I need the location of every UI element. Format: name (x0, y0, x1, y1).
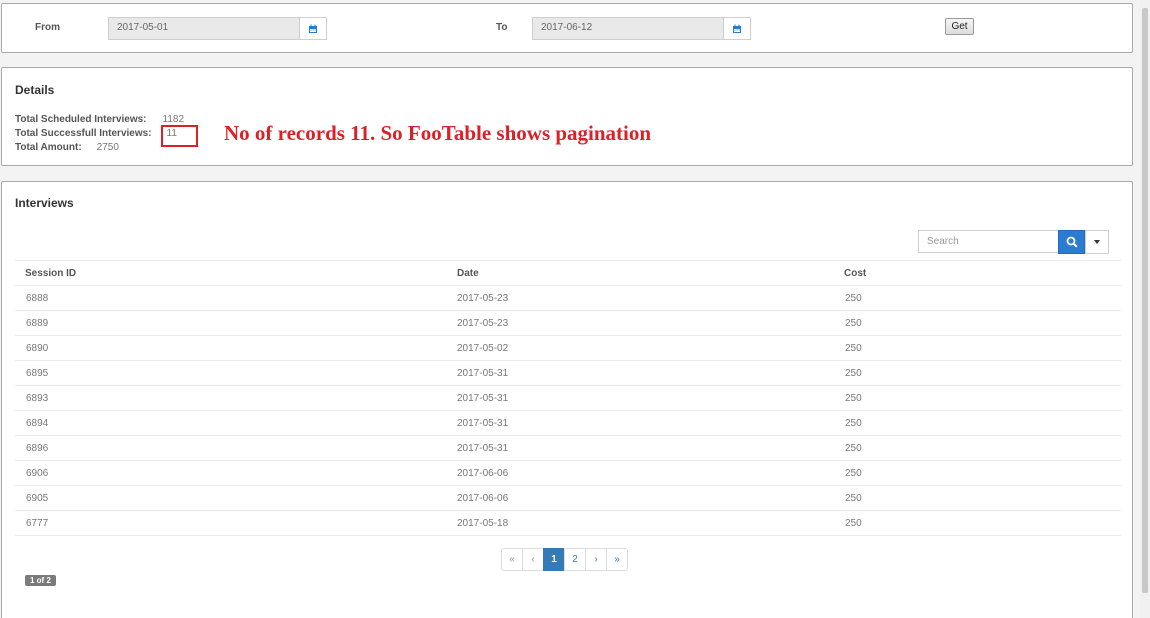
table-row: 6777 2017-05-18 250 (15, 510, 1121, 536)
cost-cell: 250 (834, 360, 1121, 386)
cost-cell: 250 (834, 285, 1121, 311)
date-cell: 2017-05-02 (447, 335, 834, 361)
to-calendar-button[interactable] (724, 17, 751, 40)
to-date-input[interactable]: 2017-06-12 (532, 17, 724, 40)
pagination-next-button[interactable]: › (585, 548, 607, 571)
details-title: Details (15, 83, 55, 97)
cost-cell: 250 (834, 335, 1121, 361)
scrollbar-thumb[interactable] (1142, 8, 1148, 593)
session-id-cell: 6894 (15, 410, 447, 436)
total-amount-row: Total Amount: 2750 (15, 142, 119, 153)
search-icon (1066, 236, 1078, 248)
scheduled-interviews-row: Total Scheduled Interviews: 1182 (15, 114, 184, 125)
table-row: 6896 2017-05-31 250 (15, 435, 1121, 461)
search-input[interactable] (918, 230, 1059, 253)
table-row: 6893 2017-05-31 250 (15, 385, 1121, 411)
table-row: 6888 2017-05-23 250 (15, 285, 1121, 311)
table-header-row: Session ID Date Cost (15, 260, 1121, 286)
cost-cell: 250 (834, 385, 1121, 411)
page-count-badge: 1 of 2 (25, 575, 56, 586)
cost-cell: 250 (834, 410, 1121, 436)
caret-down-icon (1094, 240, 1100, 244)
date-cell: 2017-05-23 (447, 285, 834, 311)
column-header-date[interactable]: Date (447, 260, 834, 286)
successful-interviews-row: Total Successfull Interviews: 11 (15, 128, 177, 139)
session-id-cell: 6896 (15, 435, 447, 461)
calendar-icon (309, 24, 317, 33)
to-label: To (496, 22, 508, 33)
table-row: 6905 2017-06-06 250 (15, 485, 1121, 511)
total-amount-label: Total Amount: (15, 142, 82, 153)
annotation-text: No of records 11. So FooTable shows pagi… (224, 121, 652, 145)
table-row: 6890 2017-05-02 250 (15, 335, 1121, 361)
scheduled-interviews-value: 1182 (162, 114, 185, 125)
date-cell: 2017-05-31 (447, 385, 834, 411)
session-id-cell: 6906 (15, 460, 447, 486)
table-row: 6889 2017-05-23 250 (15, 310, 1121, 336)
interviews-title: Interviews (15, 196, 74, 210)
column-header-cost[interactable]: Cost (834, 260, 1121, 286)
date-cell: 2017-05-31 (447, 360, 834, 386)
pagination-last-button[interactable]: » (606, 548, 628, 571)
session-id-cell: 6893 (15, 385, 447, 411)
pagination-page-1[interactable]: 1 (543, 548, 565, 571)
pagination: « ‹ 1 2 › » (501, 548, 628, 571)
highlight-box (161, 125, 198, 147)
total-amount-value: 2750 (96, 142, 119, 153)
date-filter-panel: From 2017-05-01 To 2017-06-12 Get (1, 3, 1133, 53)
session-id-cell: 6905 (15, 485, 447, 511)
session-id-cell: 6777 (15, 510, 447, 536)
date-cell: 2017-06-06 (447, 485, 834, 511)
date-cell: 2017-05-18 (447, 510, 834, 536)
session-id-cell: 6890 (15, 335, 447, 361)
session-id-cell: 6895 (15, 360, 447, 386)
cost-cell: 250 (834, 460, 1121, 486)
details-panel: Details Total Scheduled Interviews: 1182 … (1, 67, 1133, 166)
search-button[interactable] (1058, 230, 1085, 254)
vertical-scrollbar[interactable] (1140, 0, 1150, 618)
successful-interviews-label: Total Successfull Interviews: (15, 128, 152, 139)
from-label: From (35, 22, 60, 33)
session-id-cell: 6889 (15, 310, 447, 336)
date-cell: 2017-05-31 (447, 410, 834, 436)
from-date-input[interactable]: 2017-05-01 (108, 17, 300, 40)
cost-cell: 250 (834, 510, 1121, 536)
cost-cell: 250 (834, 485, 1121, 511)
date-cell: 2017-05-31 (447, 435, 834, 461)
search-options-dropdown[interactable] (1085, 230, 1109, 254)
cost-cell: 250 (834, 310, 1121, 336)
date-cell: 2017-05-23 (447, 310, 834, 336)
pagination-page-2[interactable]: 2 (564, 548, 586, 571)
table-row: 6894 2017-05-31 250 (15, 410, 1121, 436)
from-calendar-button[interactable] (300, 17, 327, 40)
date-cell: 2017-06-06 (447, 460, 834, 486)
get-button[interactable]: Get (945, 18, 974, 35)
table-row: 6906 2017-06-06 250 (15, 460, 1121, 486)
pagination-first-button[interactable]: « (501, 548, 523, 571)
calendar-icon (733, 24, 741, 33)
table-row: 6895 2017-05-31 250 (15, 360, 1121, 386)
interviews-panel: Interviews Session ID Date Cost 6888 201… (1, 181, 1133, 618)
scheduled-interviews-label: Total Scheduled Interviews: (15, 114, 147, 125)
session-id-cell: 6888 (15, 285, 447, 311)
pagination-prev-button[interactable]: ‹ (522, 548, 544, 571)
interviews-table: Session ID Date Cost 6888 2017-05-23 250… (15, 260, 1121, 536)
cost-cell: 250 (834, 435, 1121, 461)
column-header-session-id[interactable]: Session ID (15, 260, 447, 286)
